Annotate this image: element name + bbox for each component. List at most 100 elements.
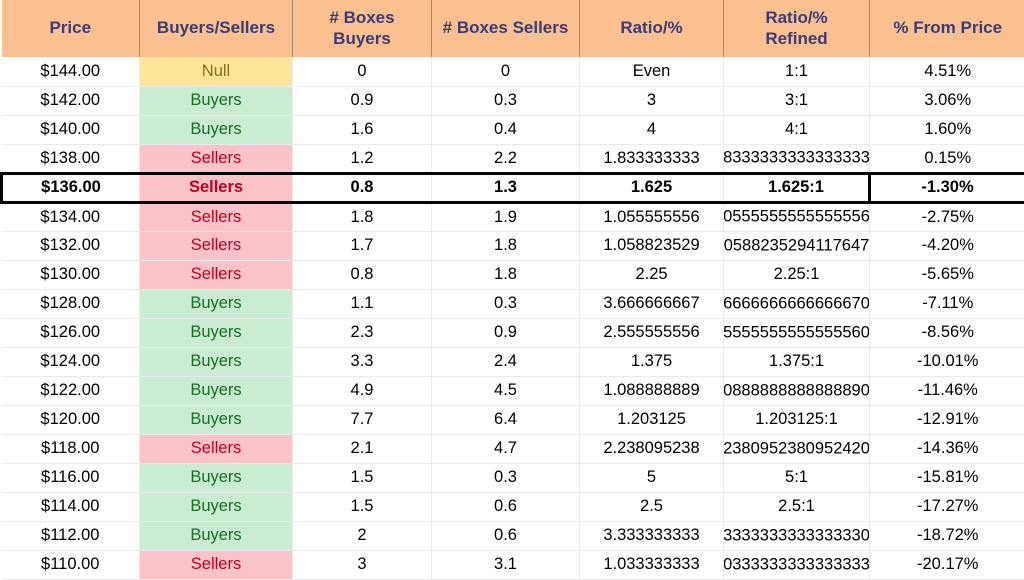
- cell-signal[interactable]: Sellers: [140, 260, 293, 289]
- cell-ratio-refined[interactable]: 1.203125:1: [724, 405, 870, 434]
- cell-ratio[interactable]: 3: [580, 86, 724, 115]
- cell-ratio-refined[interactable]: 3.3333333333333330:1: [724, 521, 870, 550]
- cell-boxes-buyers[interactable]: 0.8: [293, 173, 432, 202]
- cell-ratio[interactable]: 2.238095238: [580, 434, 724, 463]
- table-row[interactable]: $116.00Buyers1.50.355:1-15.81%: [2, 463, 1024, 492]
- cell-ratio[interactable]: 2.25: [580, 260, 724, 289]
- column-header-signal[interactable]: Buyers/Sellers: [140, 0, 293, 57]
- cell-boxes-sellers[interactable]: 0.3: [432, 86, 580, 115]
- table-row[interactable]: $124.00Buyers3.32.41.3751.375:1-10.01%: [2, 347, 1024, 376]
- table-row[interactable]: $114.00Buyers1.50.62.52.5:1-17.27%: [2, 492, 1024, 521]
- table-row[interactable]: $120.00Buyers7.76.41.2031251.203125:1-12…: [2, 405, 1024, 434]
- cell-boxes-sellers[interactable]: 0.3: [432, 289, 580, 318]
- cell-ratio-refined[interactable]: 2.5555555555555560:1: [724, 318, 870, 347]
- cell-boxes-sellers[interactable]: 0.9: [432, 318, 580, 347]
- cell-boxes-sellers[interactable]: 3.1: [432, 550, 580, 579]
- cell-ratio-refined[interactable]: 1.0555555555555556:1: [724, 202, 870, 231]
- cell-boxes-sellers[interactable]: 0.3: [432, 463, 580, 492]
- cell-boxes-sellers[interactable]: 0.6: [432, 521, 580, 550]
- cell-signal[interactable]: Buyers: [140, 115, 293, 144]
- cell-boxes-buyers[interactable]: 1.2: [293, 144, 432, 173]
- cell-ratio-refined[interactable]: 1:1: [724, 57, 870, 86]
- cell-signal[interactable]: Sellers: [140, 231, 293, 260]
- cell-boxes-buyers[interactable]: 3.3: [293, 347, 432, 376]
- cell-pct-from-price[interactable]: 0.15%: [870, 144, 1024, 173]
- cell-ratio-refined[interactable]: 1.625:1: [724, 173, 870, 202]
- cell-boxes-buyers[interactable]: 0.9: [293, 86, 432, 115]
- cell-price[interactable]: $122.00: [2, 376, 140, 405]
- cell-boxes-buyers[interactable]: 7.7: [293, 405, 432, 434]
- cell-boxes-buyers[interactable]: 1.6: [293, 115, 432, 144]
- table-row[interactable]: $110.00Sellers33.11.0333333331.033333333…: [2, 550, 1024, 579]
- cell-signal[interactable]: Sellers: [140, 173, 293, 202]
- cell-ratio[interactable]: 1.833333333: [580, 144, 724, 173]
- cell-boxes-sellers[interactable]: 1.3: [432, 173, 580, 202]
- cell-ratio-refined[interactable]: 4:1: [724, 115, 870, 144]
- cell-signal[interactable]: Sellers: [140, 202, 293, 231]
- cell-price[interactable]: $112.00: [2, 521, 140, 550]
- cell-ratio-refined[interactable]: 1.375:1: [724, 347, 870, 376]
- cell-ratio-refined[interactable]: 3.6666666666666670:1: [724, 289, 870, 318]
- cell-pct-from-price[interactable]: -4.20%: [870, 231, 1024, 260]
- column-header-price[interactable]: Price: [2, 0, 140, 57]
- cell-ratio[interactable]: 4: [580, 115, 724, 144]
- cell-boxes-buyers[interactable]: 1.1: [293, 289, 432, 318]
- cell-pct-from-price[interactable]: 3.06%: [870, 86, 1024, 115]
- cell-boxes-sellers[interactable]: 1.9: [432, 202, 580, 231]
- cell-signal[interactable]: Buyers: [140, 463, 293, 492]
- table-row[interactable]: $138.00Sellers1.22.21.8333333331.8333333…: [2, 144, 1024, 173]
- cell-signal[interactable]: Buyers: [140, 405, 293, 434]
- cell-price[interactable]: $120.00: [2, 405, 140, 434]
- table-row[interactable]: $136.00Sellers0.81.31.6251.625:1-1.30%: [2, 173, 1024, 202]
- table-row[interactable]: $122.00Buyers4.94.51.0888888891.08888888…: [2, 376, 1024, 405]
- cell-pct-from-price[interactable]: -20.17%: [870, 550, 1024, 579]
- cell-price[interactable]: $124.00: [2, 347, 140, 376]
- column-header-pct-from-price[interactable]: % From Price: [870, 0, 1024, 57]
- cell-ratio[interactable]: 1.203125: [580, 405, 724, 434]
- cell-boxes-buyers[interactable]: 2.3: [293, 318, 432, 347]
- table-row[interactable]: $144.00Null00Even1:14.51%: [2, 57, 1024, 86]
- cell-boxes-sellers[interactable]: 4.7: [432, 434, 580, 463]
- table-row[interactable]: $132.00Sellers1.71.81.0588235291.0588235…: [2, 231, 1024, 260]
- cell-price[interactable]: $134.00: [2, 202, 140, 231]
- cell-signal[interactable]: Sellers: [140, 434, 293, 463]
- column-header-ratio-refined[interactable]: Ratio/% Refined: [724, 0, 870, 57]
- cell-price[interactable]: $116.00: [2, 463, 140, 492]
- cell-pct-from-price[interactable]: -15.81%: [870, 463, 1024, 492]
- cell-boxes-buyers[interactable]: 1.5: [293, 463, 432, 492]
- cell-signal[interactable]: Null: [140, 57, 293, 86]
- cell-ratio-refined[interactable]: 2.5:1: [724, 492, 870, 521]
- table-row[interactable]: $142.00Buyers0.90.333:13.06%: [2, 86, 1024, 115]
- cell-ratio-refined[interactable]: 1.0888888888888890:1: [724, 376, 870, 405]
- cell-ratio-refined[interactable]: 1.0333333333333333:1: [724, 550, 870, 579]
- cell-pct-from-price[interactable]: -5.65%: [870, 260, 1024, 289]
- cell-ratio[interactable]: 5: [580, 463, 724, 492]
- table-row[interactable]: $112.00Buyers20.63.3333333333.3333333333…: [2, 521, 1024, 550]
- cell-signal[interactable]: Sellers: [140, 550, 293, 579]
- cell-signal[interactable]: Buyers: [140, 318, 293, 347]
- cell-ratio[interactable]: 1.055555556: [580, 202, 724, 231]
- table-row[interactable]: $126.00Buyers2.30.92.5555555562.55555555…: [2, 318, 1024, 347]
- column-header-ratio[interactable]: Ratio/%: [580, 0, 724, 57]
- cell-boxes-buyers[interactable]: 3: [293, 550, 432, 579]
- cell-boxes-sellers[interactable]: 0: [432, 57, 580, 86]
- table-row[interactable]: $134.00Sellers1.81.91.0555555561.0555555…: [2, 202, 1024, 231]
- cell-boxes-buyers[interactable]: 1.7: [293, 231, 432, 260]
- cell-price[interactable]: $144.00: [2, 57, 140, 86]
- cell-boxes-sellers[interactable]: 0.6: [432, 492, 580, 521]
- cell-signal[interactable]: Buyers: [140, 492, 293, 521]
- cell-boxes-buyers[interactable]: 1.8: [293, 202, 432, 231]
- cell-pct-from-price[interactable]: -1.30%: [870, 173, 1024, 202]
- cell-pct-from-price[interactable]: -7.11%: [870, 289, 1024, 318]
- cell-pct-from-price[interactable]: -14.36%: [870, 434, 1024, 463]
- cell-boxes-buyers[interactable]: 2.1: [293, 434, 432, 463]
- cell-ratio-refined[interactable]: 5:1: [724, 463, 870, 492]
- column-header-boxes-buyers[interactable]: # Boxes Buyers: [293, 0, 432, 57]
- cell-boxes-buyers[interactable]: 0: [293, 57, 432, 86]
- cell-price[interactable]: $126.00: [2, 318, 140, 347]
- cell-ratio[interactable]: 3.333333333: [580, 521, 724, 550]
- cell-boxes-sellers[interactable]: 1.8: [432, 231, 580, 260]
- cell-ratio-refined[interactable]: 2.2380952380952420:1: [724, 434, 870, 463]
- cell-ratio[interactable]: 2.5: [580, 492, 724, 521]
- cell-ratio-refined[interactable]: 1.8333333333333333:1: [724, 144, 870, 173]
